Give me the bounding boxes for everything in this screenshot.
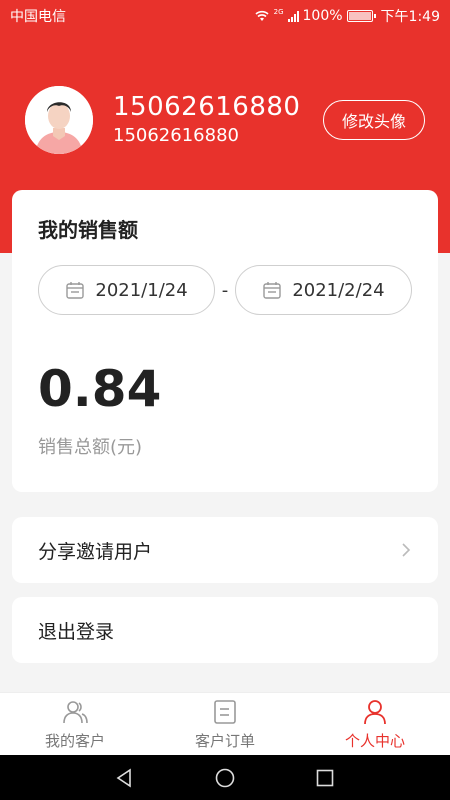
battery-icon xyxy=(346,10,376,22)
status-bar: 中国电信 2G 100% 下午1:49 xyxy=(0,0,450,32)
date-separator: - xyxy=(221,279,229,301)
sales-total-value: 0.84 xyxy=(38,360,162,418)
battery-percent: 100% xyxy=(302,8,343,24)
user-phone-secondary: 15062616880 xyxy=(113,125,239,146)
chevron-right-icon xyxy=(402,543,411,557)
wifi-icon xyxy=(255,10,269,21)
signal-icon xyxy=(287,10,299,22)
start-date-value: 2021/1/24 xyxy=(95,279,188,301)
start-date-picker[interactable]: 2021/1/24 xyxy=(38,265,216,315)
back-icon[interactable] xyxy=(114,767,136,789)
orders-icon xyxy=(214,699,236,724)
end-date-picker[interactable]: 2021/2/24 xyxy=(234,265,412,315)
avatar-person-icon xyxy=(25,86,93,154)
sales-title: 我的销售额 xyxy=(38,218,138,242)
profile-icon xyxy=(364,699,386,724)
home-icon[interactable] xyxy=(214,767,236,789)
date-range: 2021/1/24 - 2021/2/24 xyxy=(38,265,412,315)
customers-icon xyxy=(63,700,88,723)
bottom-tab-bar: 我的客户 客户订单 个人中心 xyxy=(0,692,450,755)
sales-card: 我的销售额 2021/1/24 - 2021/2/24 0.84 销售总额(元) xyxy=(12,190,438,492)
profile-header: 15062616880 15062616880 修改头像 xyxy=(25,85,425,155)
tab-customers[interactable]: 我的客户 xyxy=(0,693,150,755)
recents-icon[interactable] xyxy=(314,767,336,789)
avatar[interactable] xyxy=(25,86,93,154)
tab-label: 客户订单 xyxy=(194,731,255,750)
tab-profile[interactable]: 个人中心 xyxy=(300,693,450,755)
system-nav-bar xyxy=(0,755,450,800)
clock: 下午1:49 xyxy=(380,9,440,25)
logout-label: 退出登录 xyxy=(38,620,115,643)
tab-label: 我的客户 xyxy=(44,731,105,750)
user-phone: 15062616880 xyxy=(113,92,301,122)
share-invite-label: 分享邀请用户 xyxy=(38,540,153,563)
end-date-value: 2021/2/24 xyxy=(292,279,385,301)
logout-item[interactable]: 退出登录 xyxy=(12,597,438,663)
sales-total-label: 销售总额(元) xyxy=(38,437,143,458)
tab-label: 个人中心 xyxy=(344,731,405,750)
calendar-icon xyxy=(263,282,282,299)
network-badge: 2G xyxy=(273,8,284,16)
calendar-icon xyxy=(66,282,85,299)
change-avatar-button[interactable]: 修改头像 xyxy=(322,100,425,140)
carrier-label: 中国电信 xyxy=(10,9,66,25)
share-invite-item[interactable]: 分享邀请用户 xyxy=(12,517,438,583)
tab-orders[interactable]: 客户订单 xyxy=(150,693,300,755)
